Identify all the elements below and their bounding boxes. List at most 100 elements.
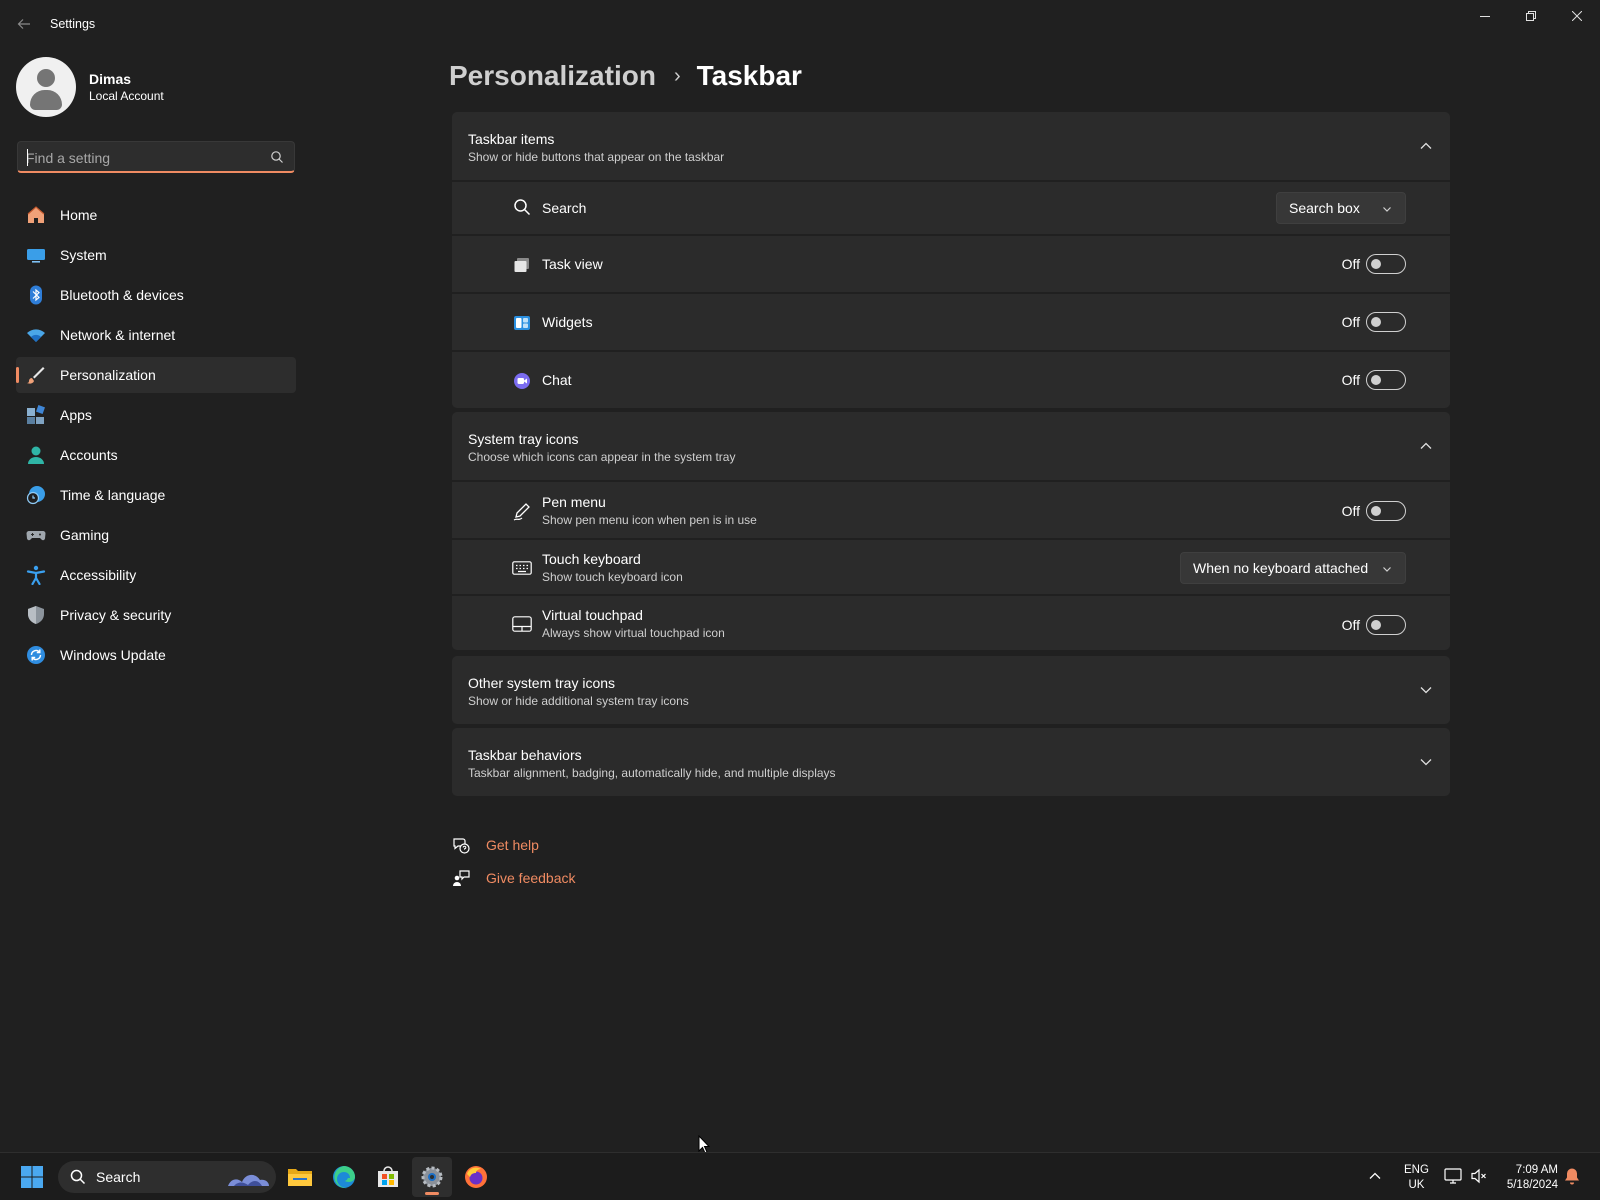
- sidebar-item-label: Apps: [60, 407, 92, 423]
- active-indicator: [16, 367, 19, 383]
- give-feedback-link[interactable]: Give feedback: [451, 861, 576, 894]
- other-system-tray-icons-section[interactable]: Other system tray icons Show or hide add…: [452, 656, 1450, 724]
- section-title: Other system tray icons: [468, 675, 616, 691]
- get-help-label[interactable]: Get help: [486, 837, 539, 853]
- get-help-icon: [451, 835, 471, 855]
- system-tray-icons-section: System tray icons Choose which icons can…: [452, 412, 1450, 650]
- gaming-icon: [26, 525, 46, 545]
- show-hidden-icons-button[interactable]: [1367, 1168, 1383, 1184]
- restore-icon: [1526, 11, 1536, 21]
- windows-update-icon: [26, 645, 46, 665]
- input-language-indicator[interactable]: ENG UK: [1404, 1163, 1429, 1193]
- find-setting-search[interactable]: [17, 141, 295, 173]
- language-code: ENG: [1404, 1164, 1429, 1176]
- row-label: Search: [542, 200, 587, 216]
- taskbar: Search ENG UK 7:09 AM 5/18/2024: [0, 1152, 1600, 1200]
- chevron-up-icon[interactable]: [1418, 138, 1434, 154]
- search-input[interactable]: [26, 148, 266, 168]
- chevron-down-icon[interactable]: [1418, 754, 1434, 770]
- virtual-touchpad-toggle[interactable]: [1366, 615, 1406, 635]
- settings-icon: [421, 1166, 443, 1188]
- other-system-tray-icons-header[interactable]: Other system tray icons Show or hide add…: [452, 656, 1450, 724]
- taskbar-items-header[interactable]: Taskbar items Show or hide buttons that …: [452, 112, 1450, 180]
- row-description: Always show virtual touchpad icon: [542, 626, 725, 640]
- pen-menu-toggle[interactable]: [1366, 501, 1406, 521]
- taskbar-behaviors-section[interactable]: Taskbar behaviors Taskbar alignment, bad…: [452, 728, 1450, 796]
- running-indicator: [425, 1192, 439, 1195]
- chevron-down-icon[interactable]: [1418, 682, 1434, 698]
- section-description: Choose which icons can appear in the sys…: [468, 450, 736, 464]
- chat-icon: [512, 371, 532, 391]
- sidebar-item-windows-update[interactable]: Windows Update: [16, 637, 296, 673]
- chevron-down-icon: [1383, 567, 1391, 572]
- search-icon[interactable]: [270, 150, 284, 164]
- row-label: Widgets: [542, 314, 593, 330]
- volume-muted-icon[interactable]: [1470, 1167, 1488, 1185]
- store-button[interactable]: [368, 1157, 408, 1197]
- row-description: Show touch keyboard icon: [542, 570, 683, 584]
- breadcrumb-separator: ›: [673, 64, 681, 87]
- close-button[interactable]: [1554, 0, 1600, 32]
- file-explorer-icon: [288, 1169, 312, 1186]
- firefox-icon: [465, 1166, 487, 1188]
- touch-keyboard-dropdown[interactable]: When no keyboard attached: [1180, 552, 1406, 584]
- firefox-button[interactable]: [456, 1157, 496, 1197]
- user-profile[interactable]: Dimas Local Account: [16, 57, 164, 117]
- sidebar-item-label: Accounts: [60, 447, 118, 463]
- taskbar-search[interactable]: Search: [58, 1161, 276, 1193]
- sidebar-item-home[interactable]: Home: [16, 197, 296, 233]
- chat-toggle[interactable]: [1366, 370, 1406, 390]
- close-icon: [1572, 11, 1582, 21]
- back-button[interactable]: [12, 12, 36, 36]
- toggle-state-label: Off: [1341, 256, 1360, 272]
- search-row: Search Search box: [452, 180, 1450, 234]
- system-tray-icons-header[interactable]: System tray icons Choose which icons can…: [452, 412, 1450, 480]
- title-bar: Settings: [0, 0, 1600, 48]
- task-view-row: Task view Off: [452, 234, 1450, 292]
- sidebar-item-label: Network & internet: [60, 327, 176, 343]
- breadcrumb-parent[interactable]: Personalization: [449, 60, 656, 92]
- section-description: Taskbar alignment, badging, automaticall…: [468, 766, 836, 780]
- sidebar-item-gaming[interactable]: Gaming: [16, 517, 296, 553]
- give-feedback-label[interactable]: Give feedback: [486, 870, 576, 886]
- sidebar-item-accounts[interactable]: Accounts: [16, 437, 296, 473]
- notification-bell-icon[interactable]: [1564, 1167, 1580, 1185]
- sidebar-item-bluetooth[interactable]: Bluetooth & devices: [16, 277, 296, 313]
- avatar: [16, 57, 76, 117]
- minimize-button[interactable]: [1462, 0, 1508, 32]
- start-button[interactable]: [12, 1157, 52, 1197]
- taskbar-behaviors-header[interactable]: Taskbar behaviors Taskbar alignment, bad…: [452, 728, 1450, 796]
- clock[interactable]: 7:09 AM 5/18/2024: [1496, 1163, 1558, 1193]
- sidebar-item-personalization[interactable]: Personalization: [16, 357, 296, 393]
- widgets-toggle[interactable]: [1366, 312, 1406, 332]
- chevron-down-icon: [1383, 207, 1391, 212]
- restore-button[interactable]: [1508, 0, 1554, 32]
- network-tray-icon[interactable]: [1444, 1167, 1462, 1185]
- search-icon: [70, 1169, 86, 1185]
- sidebar-item-apps[interactable]: Apps: [16, 397, 296, 433]
- chevron-up-icon[interactable]: [1418, 438, 1434, 454]
- taskbar-search-label: Search: [96, 1169, 141, 1185]
- sidebar-item-time-language[interactable]: Time & language: [16, 477, 296, 513]
- apps-icon: [26, 405, 46, 425]
- sidebar-item-network[interactable]: Network & internet: [16, 317, 296, 353]
- sidebar-item-label: Windows Update: [60, 647, 166, 663]
- sidebar-item-accessibility[interactable]: Accessibility: [16, 557, 296, 593]
- file-explorer-button[interactable]: [280, 1157, 320, 1197]
- pen-icon: [512, 501, 532, 521]
- sidebar-item-privacy[interactable]: Privacy & security: [16, 597, 296, 633]
- home-icon: [26, 205, 46, 225]
- sidebar-item-system[interactable]: System: [16, 237, 296, 273]
- settings-button[interactable]: [412, 1157, 452, 1197]
- sidebar-nav: Home System Bluetooth & devices Network …: [16, 197, 296, 677]
- accounts-icon: [26, 445, 46, 465]
- chat-row: Chat Off: [452, 350, 1450, 408]
- get-help-link[interactable]: Get help: [451, 828, 576, 861]
- edge-button[interactable]: [324, 1157, 364, 1197]
- search-mode-dropdown[interactable]: Search box: [1276, 192, 1406, 224]
- sidebar-item-label: Accessibility: [60, 567, 137, 583]
- sidebar-item-label: Gaming: [60, 527, 110, 543]
- back-arrow-icon: [17, 19, 30, 29]
- row-label: Task view: [542, 256, 603, 272]
- task-view-toggle[interactable]: [1366, 254, 1406, 274]
